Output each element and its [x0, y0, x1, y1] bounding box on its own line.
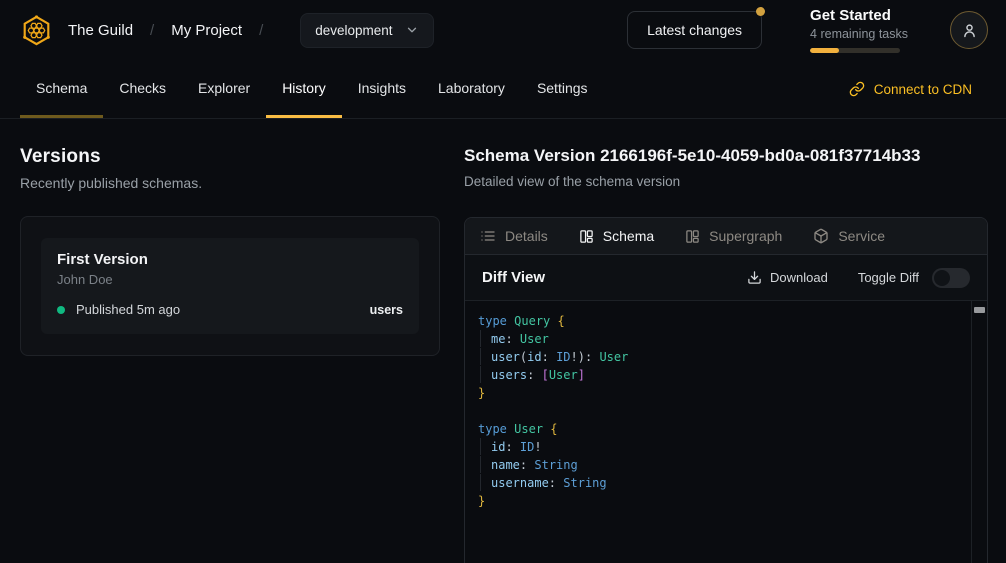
tab-label: Service [838, 228, 885, 244]
environment-select-value: development [315, 23, 392, 38]
breadcrumb-separator: / [259, 22, 263, 39]
tab-label: Supergraph [709, 228, 782, 244]
schema-version-title: Schema Version 2166196f-5e10-4059-bd0a-0… [464, 146, 988, 166]
diff-actions: Download Toggle Diff [747, 268, 970, 288]
version-meta-row: Published 5m ago users [57, 302, 403, 317]
diff-view-header: Diff View Download Toggle Diff [465, 255, 987, 301]
tab-service[interactable]: Service [813, 228, 885, 244]
version-name: First Version [57, 251, 403, 268]
tab-label: Checks [119, 80, 166, 96]
tab-label: Explorer [198, 80, 250, 96]
schema-detail-panel: Details Schema Sup [464, 217, 988, 563]
get-started-title: Get Started [810, 7, 908, 24]
tab-history[interactable]: History [266, 60, 342, 118]
detail-tab-bar: Details Schema Sup [465, 218, 987, 255]
schema-version-subtitle: Detailed view of the schema version [464, 174, 988, 189]
person-icon [961, 22, 978, 39]
columns-icon [685, 229, 700, 244]
versions-panel: Versions Recently published schemas. Fir… [0, 119, 464, 563]
get-started-progress-bar [810, 48, 900, 53]
breadcrumb-project[interactable]: My Project [171, 22, 242, 39]
get-started-progress-fill [810, 48, 839, 53]
versions-list-card: First Version John Doe Published 5m ago … [20, 216, 440, 356]
version-author: John Doe [57, 272, 403, 287]
published-status-dot-icon [57, 306, 65, 314]
toggle-diff-control: Toggle Diff [858, 268, 970, 288]
versions-title: Versions [20, 146, 440, 168]
download-button[interactable]: Download [747, 270, 828, 285]
schema-version-detail: Schema Version 2166196f-5e10-4059-bd0a-0… [464, 119, 1006, 563]
link-icon [849, 81, 865, 97]
breadcrumb-org[interactable]: The Guild [68, 22, 133, 39]
tab-label: Settings [537, 80, 588, 96]
tab-insights[interactable]: Insights [342, 60, 422, 118]
notification-dot [756, 7, 765, 16]
primary-nav: Schema Checks Explorer History Insights … [0, 60, 1006, 119]
tab-explorer[interactable]: Explorer [182, 60, 266, 118]
chevron-down-icon [405, 23, 419, 37]
code-scrollbar [971, 301, 987, 563]
box-icon [813, 228, 829, 244]
tab-supergraph[interactable]: Supergraph [685, 228, 782, 244]
tab-laboratory[interactable]: Laboratory [422, 60, 521, 118]
download-icon [747, 270, 762, 285]
tab-label: Insights [358, 80, 406, 96]
tab-schema-view[interactable]: Schema [579, 228, 654, 244]
service-badge: users [370, 303, 403, 317]
breadcrumb-separator: / [150, 22, 154, 39]
download-label: Download [770, 270, 828, 285]
tab-schema[interactable]: Schema [20, 60, 103, 118]
schema-code-viewer: type Query {me: Useruser(id: ID!): Useru… [465, 301, 987, 563]
tab-label: Laboratory [438, 80, 505, 96]
get-started-widget[interactable]: Get Started 4 remaining tasks [810, 7, 908, 53]
user-avatar[interactable] [950, 11, 988, 49]
tab-checks[interactable]: Checks [103, 60, 182, 118]
main-content: Versions Recently published schemas. Fir… [0, 119, 1006, 563]
tab-label: Schema [603, 228, 654, 244]
tab-label: Details [505, 228, 548, 244]
versions-subtitle: Recently published schemas. [20, 175, 440, 191]
tab-label: Schema [36, 80, 87, 96]
hive-logo-icon[interactable] [20, 14, 53, 47]
latest-changes-button[interactable]: Latest changes [627, 11, 762, 49]
code-scrollbar-thumb[interactable] [974, 307, 985, 313]
switch-knob [934, 270, 950, 286]
toggle-diff-label: Toggle Diff [858, 270, 919, 285]
get-started-subtitle: 4 remaining tasks [810, 27, 908, 41]
latest-changes-label: Latest changes [647, 22, 742, 38]
connect-to-cdn-link[interactable]: Connect to CDN [849, 60, 972, 118]
version-list-item[interactable]: First Version John Doe Published 5m ago … [41, 238, 419, 334]
code-block: type Query {me: Useruser(id: ID!): Useru… [478, 312, 963, 510]
tab-settings[interactable]: Settings [521, 60, 604, 118]
toggle-diff-switch[interactable] [932, 268, 970, 288]
connect-to-cdn-label: Connect to CDN [874, 82, 972, 97]
top-bar: The Guild / My Project / development Lat… [0, 0, 1006, 60]
list-icon [480, 228, 496, 244]
diff-view-title: Diff View [482, 269, 545, 286]
version-status: Published 5m ago [76, 302, 180, 317]
tab-label: History [282, 80, 326, 96]
environment-select[interactable]: development [300, 13, 433, 48]
columns-icon [579, 229, 594, 244]
tab-details[interactable]: Details [480, 228, 548, 244]
